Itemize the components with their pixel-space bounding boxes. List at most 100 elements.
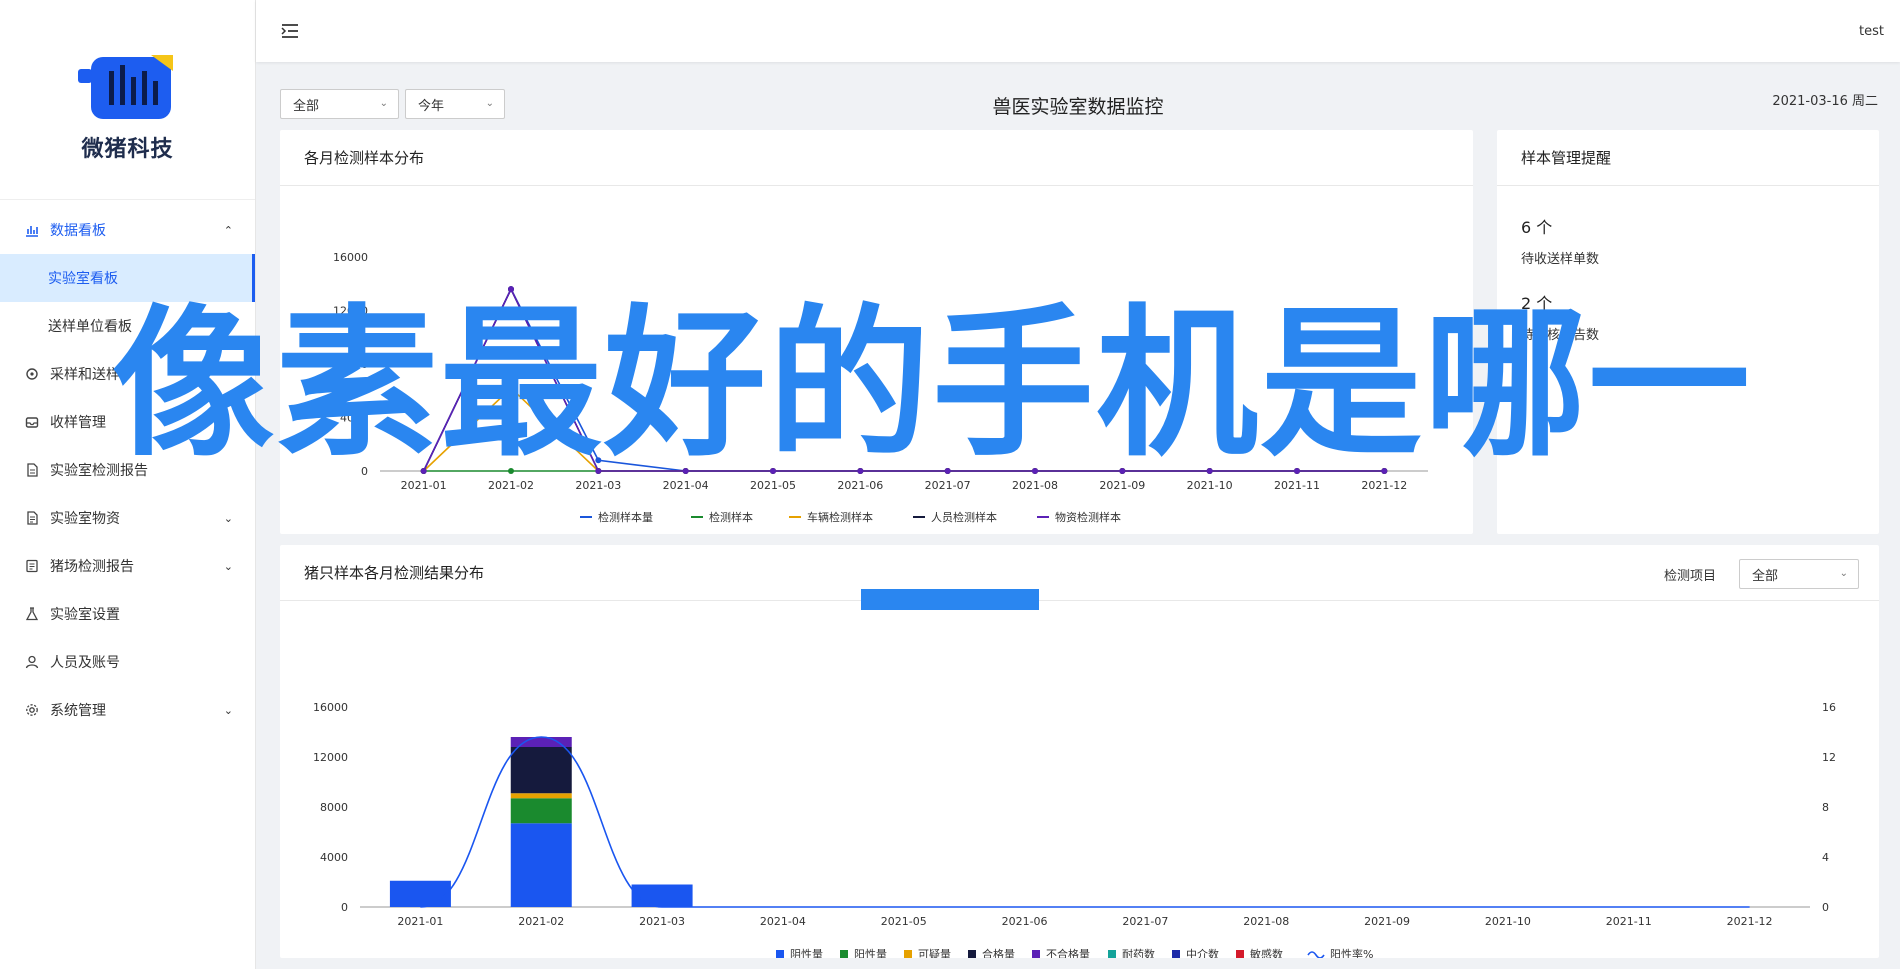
y-tick-label: 16000 — [333, 251, 368, 264]
x-tick-label: 2021-02 — [488, 479, 534, 492]
legend-swatch — [1108, 950, 1116, 958]
item-filter-label: 检测项目 — [1663, 569, 1716, 584]
legend-swatch — [904, 950, 912, 958]
legend-label: 中介数 — [1186, 948, 1219, 958]
top-header: test — [256, 0, 1900, 62]
x-tick-label: 2021-11 — [1606, 915, 1652, 928]
chevron-down-icon: ⌄ — [223, 511, 233, 525]
sidebar-item-label: 系统管理 — [50, 703, 106, 719]
x-tick-label: 2021-05 — [750, 479, 796, 492]
user-icon — [24, 654, 40, 670]
bar-segment — [389, 880, 451, 907]
item-filter-select[interactable]: 全部 ⌄ — [1739, 559, 1859, 589]
flask-icon — [24, 606, 40, 622]
y-tick-label: 8000 — [320, 801, 348, 814]
pending-orders-label: 待收送样单数 — [1521, 252, 1600, 267]
chevron-down-icon: ⌄ — [223, 703, 233, 717]
sidebar-item-system[interactable]: 系统管理 ⌄ — [0, 686, 255, 734]
legend-label: 人员检测样本 — [931, 510, 997, 524]
panel-title: 猪只样本各月检测结果分布 — [280, 545, 1879, 601]
bar-segment — [510, 823, 572, 907]
y2-tick-label: 4 — [1822, 851, 1829, 864]
current-date: 2021-03-16 周二 — [1772, 94, 1878, 109]
x-tick-label: 2021-07 — [925, 479, 971, 492]
legend-swatch — [840, 950, 848, 958]
x-tick-label: 2021-08 — [1243, 915, 1289, 928]
x-tick-label: 2021-11 — [1274, 479, 1320, 492]
legend-swatch — [1032, 950, 1040, 958]
logo-mark — [77, 54, 173, 119]
y2-tick-label: 0 — [1822, 901, 1829, 914]
pig-results-panel: 猪只样本各月检测结果分布 检测项目 全部 ⌄ 16000 12000 8000 400… — [280, 545, 1879, 961]
y-tick-label: 0 — [341, 901, 348, 914]
x-tick-label: 2021-02 — [518, 915, 564, 928]
x-tick-label: 2021-06 — [1002, 915, 1048, 928]
x-tick-label: 2021-10 — [1187, 479, 1233, 492]
x-tick-label: 2021-12 — [1361, 479, 1407, 492]
sidebar-item-label: 数据看板 — [50, 223, 106, 239]
sidebar-item-label: 猪场检测报告 — [50, 559, 134, 575]
x-tick-label: 2021-12 — [1727, 915, 1773, 928]
overlay-caption: 像素最好的手机是哪一 — [112, 291, 1752, 479]
legend-swatch — [1172, 950, 1180, 958]
y-tick-label: 12000 — [313, 751, 348, 764]
legend-label: 阳性率% — [1330, 947, 1373, 958]
sidebar-item-dashboard[interactable]: 数据看板 ⌃ — [0, 206, 255, 254]
y2-tick-label: 16 — [1822, 701, 1836, 714]
sidebar: 微猪科技 数据看板 ⌃ 实验室看板 送样单位看板 采样和送样 收样管理 实验室检… — [0, 0, 256, 969]
sidebar-item-accounts[interactable]: 人员及账号 — [0, 638, 255, 686]
user-menu[interactable]: test — [1859, 24, 1884, 39]
x-tick-label: 2021-09 — [1364, 915, 1410, 928]
legend-label: 检测样本量 — [598, 510, 653, 524]
y-tick-label: 4000 — [320, 851, 348, 864]
legend-swatch — [968, 950, 976, 958]
y2-tick-label: 12 — [1822, 751, 1836, 764]
legend-swatch — [1307, 951, 1325, 959]
legend-label: 检测样本 — [709, 510, 753, 524]
gear-icon — [24, 702, 40, 718]
legend-label: 合格量 — [982, 947, 1015, 958]
x-tick-label: 2021-03 — [575, 479, 621, 492]
chevron-down-icon: ⌄ — [223, 559, 233, 573]
sidebar-item-label: 人员及账号 — [50, 655, 120, 671]
inbox-icon — [24, 414, 40, 430]
legend-label: 敏感数 — [1250, 947, 1283, 958]
x-tick-label: 2021-09 — [1099, 479, 1145, 492]
sidebar-item-lab-settings[interactable]: 实验室设置 — [0, 590, 255, 638]
legend-label: 车辆检测样本 — [807, 510, 873, 524]
supplies-icon — [24, 510, 40, 526]
legend-label: 不合格量 — [1046, 947, 1090, 958]
overlay-underline — [861, 589, 1039, 610]
sidebar-item-lab-supplies[interactable]: 实验室物资 ⌄ — [0, 494, 255, 542]
sidebar-item-label: 实验室物资 — [50, 511, 120, 527]
pending-orders-count[interactable]: 6 个 — [1521, 214, 1855, 238]
sidebar-item-farm-report[interactable]: 猪场检测报告 ⌄ — [0, 542, 255, 590]
bar-segment — [510, 798, 572, 824]
x-tick-label: 2021-05 — [881, 915, 927, 928]
bar-segment — [631, 884, 693, 907]
x-tick-label: 2021-04 — [663, 479, 709, 492]
report-icon — [24, 462, 40, 478]
legend-swatch — [776, 950, 784, 958]
legend-swatch — [1236, 950, 1244, 958]
legend-label: 阳性量 — [854, 947, 887, 958]
x-tick-label: 2021-03 — [639, 915, 685, 928]
legend-label: 阴性量 — [790, 947, 823, 958]
y-tick-label: 16000 — [313, 701, 348, 714]
x-tick-label: 2021-07 — [1122, 915, 1168, 928]
sidebar-item-label: 收样管理 — [50, 415, 106, 431]
x-tick-label: 2021-08 — [1012, 479, 1058, 492]
bar-segment — [510, 793, 572, 799]
chevron-up-icon: ⌃ — [223, 223, 233, 237]
legend-label: 可疑量 — [918, 948, 951, 958]
rate-line — [420, 736, 1750, 908]
pig-results-chart: 16000 12000 8000 4000 0 16 12 8 4 0 2021-01 2021-02… — [313, 701, 1836, 961]
chevron-down-icon: ⌄ — [1839, 568, 1848, 579]
sidebar-item-label: 采样和送样 — [50, 367, 120, 383]
bar-segment — [510, 747, 572, 794]
menu-toggle-icon[interactable] — [280, 22, 300, 40]
x-tick-label: 2021-10 — [1485, 915, 1531, 928]
sidebar-item-label: 实验室设置 — [50, 607, 120, 623]
legend-label: 耐药数 — [1122, 948, 1155, 958]
x-tick-label: 2021-01 — [401, 479, 447, 492]
